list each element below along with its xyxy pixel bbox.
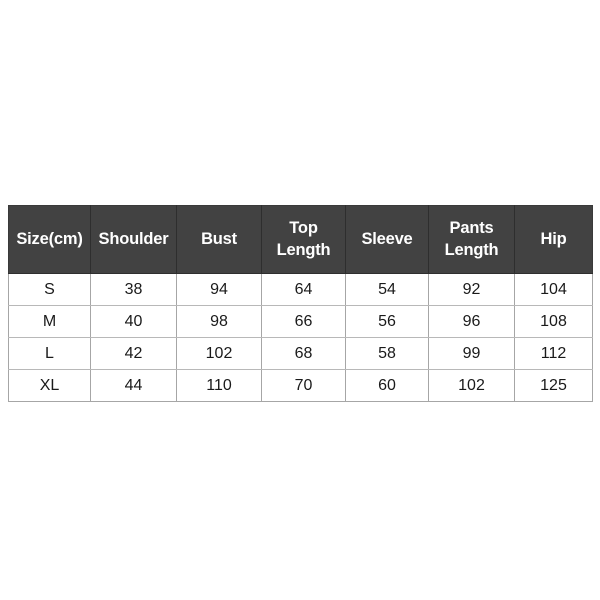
measurement-cell: 70 — [261, 369, 346, 402]
size-label-cell: L — [8, 337, 91, 370]
measurement-cell: 112 — [514, 337, 593, 370]
column-header-line: Bust — [201, 229, 237, 248]
measurement-cell: 44 — [90, 369, 177, 402]
column-header-2: Bust — [176, 205, 262, 274]
column-header-line: Size(cm) — [16, 229, 83, 248]
measurement-cell: 125 — [514, 369, 593, 402]
measurement-cell: 54 — [345, 273, 429, 306]
measurement-cell: 104 — [514, 273, 593, 306]
size-label-cell: M — [8, 305, 91, 338]
measurement-cell: 96 — [428, 305, 515, 338]
measurement-cell: 98 — [176, 305, 262, 338]
size-label-cell: S — [8, 273, 91, 306]
size-label-cell: XL — [8, 369, 91, 402]
measurement-cell: 102 — [428, 369, 515, 402]
table-row: M 40 98 66 56 96 108 — [8, 305, 593, 338]
column-header-line: Top — [289, 219, 318, 238]
measurement-cell: 99 — [428, 337, 515, 370]
column-header-4: Sleeve — [345, 205, 429, 274]
measurement-cell: 60 — [345, 369, 429, 402]
size-chart-container: Size(cm) Shoulder Bust Top Length Sleeve Pants… — [8, 205, 593, 402]
table-row: S 38 94 64 54 92 104 — [8, 273, 593, 306]
measurement-cell: 38 — [90, 273, 177, 306]
table-body: S 38 94 64 54 92 104 M 40 98 66 56 96 108 L 42 102 68 58 99… — [8, 273, 593, 402]
measurement-cell: 92 — [428, 273, 515, 306]
column-header-6: Hip — [514, 205, 593, 274]
measurement-cell: 66 — [261, 305, 346, 338]
column-header-line: Shoulder — [98, 229, 169, 248]
measurement-cell: 68 — [261, 337, 346, 370]
measurement-cell: 42 — [90, 337, 177, 370]
measurement-cell: 94 — [176, 273, 262, 306]
column-header-0: Size(cm) — [8, 205, 91, 274]
column-header-3: Top Length — [261, 205, 346, 274]
table-header: Size(cm) Shoulder Bust Top Length Sleeve Pants… — [8, 205, 593, 274]
table-row: L 42 102 68 58 99 112 — [8, 337, 593, 370]
measurement-cell: 40 — [90, 305, 177, 338]
column-header-5: Pants Length — [428, 205, 515, 274]
measurement-cell: 56 — [345, 305, 429, 338]
column-header-line: Hip — [540, 229, 567, 248]
measurement-cell: 110 — [176, 369, 262, 402]
measurement-cell: 102 — [176, 337, 262, 370]
column-header-line: Length — [276, 240, 331, 259]
size-chart-table: Size(cm) Shoulder Bust Top Length Sleeve Pants… — [8, 205, 593, 402]
measurement-cell: 64 — [261, 273, 346, 306]
measurement-cell: 108 — [514, 305, 593, 338]
measurement-cell: 58 — [345, 337, 429, 370]
column-header-1: Shoulder — [90, 205, 177, 274]
table-row: XL 44 110 70 60 102 125 — [8, 369, 593, 402]
column-header-line: Length — [444, 240, 499, 259]
header-row: Size(cm) Shoulder Bust Top Length Sleeve Pants… — [8, 205, 593, 274]
column-header-line: Pants — [449, 219, 494, 238]
column-header-line: Sleeve — [361, 229, 413, 248]
